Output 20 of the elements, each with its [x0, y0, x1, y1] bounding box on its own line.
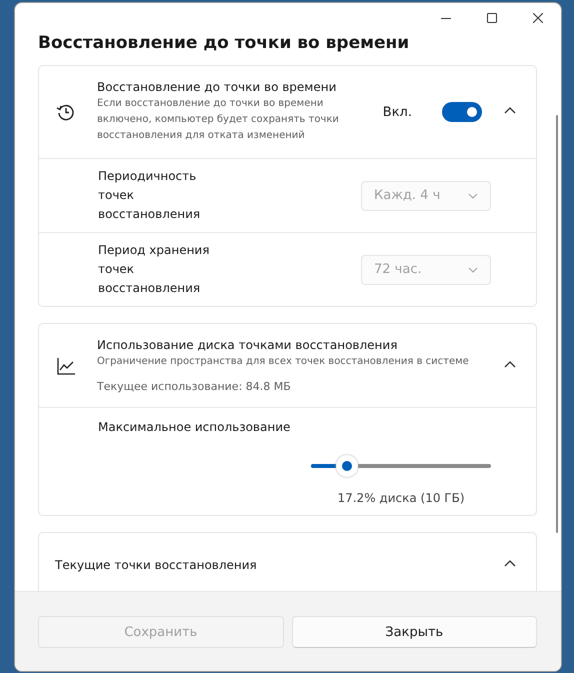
toggle-state-label: Вкл. — [382, 104, 412, 120]
toggle-switch[interactable] — [442, 102, 482, 122]
setting-label: Период хранения точек восстановления — [98, 242, 210, 297]
maximize-icon — [487, 13, 497, 23]
section-description: Ограничение пространства для всех точек восстановления в системе — [97, 355, 470, 369]
chevron-down-icon — [468, 266, 478, 272]
current-usage-text: Текущее использование: 84.8 МБ — [97, 380, 292, 393]
close-icon — [533, 13, 543, 23]
setting-label: Периодичность точек восстановления — [98, 168, 202, 223]
close-dialog-button[interactable]: Закрыть — [292, 616, 537, 648]
usage-slider[interactable] — [311, 455, 491, 477]
section-title: Восстановление до точки во времени — [97, 80, 338, 94]
section-title: Текущие точки восстановления — [55, 558, 258, 572]
section-title: Использование диска точками восстановления — [97, 338, 398, 352]
slider-reading: 17.2% диска (10 ГБ) — [336, 491, 466, 505]
scrollbar[interactable] — [556, 115, 558, 533]
chevron-down-icon — [468, 192, 478, 198]
section-description: Если восстановление до точки во времени включено, компьютер будет сохранять точки восстановления для отката изменений — [97, 97, 340, 143]
window-title: Восстановление до точки во времени — [38, 33, 410, 53]
slider-label: Максимальное использование — [98, 420, 292, 434]
